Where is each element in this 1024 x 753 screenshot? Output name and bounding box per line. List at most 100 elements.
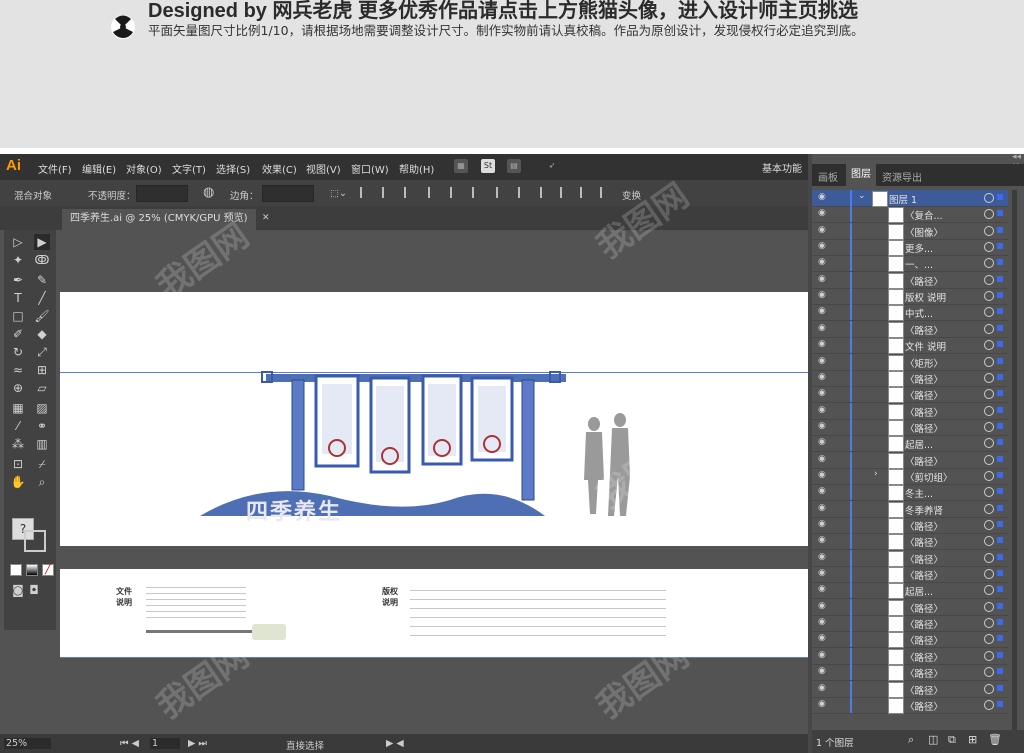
corner-input[interactable] <box>262 185 314 202</box>
delete-layer-icon[interactable]: 🗑 <box>988 733 1002 746</box>
visibility-eye-icon[interactable]: ◉ <box>818 405 828 415</box>
document-tab[interactable]: 四季养生.ai @ 25% (CMYK/GPU 预览) <box>62 209 256 230</box>
target-circle-icon[interactable] <box>984 291 994 302</box>
layer-row[interactable]: ◉ 起居... <box>812 582 1008 600</box>
layer-name[interactable]: 起居... <box>905 584 933 598</box>
artboard-number[interactable]: 1 <box>150 738 181 749</box>
layer-name[interactable]: 〈路径〉 <box>905 372 943 386</box>
target-circle-icon[interactable] <box>984 683 994 694</box>
align-bottom-icon[interactable] <box>472 187 487 198</box>
selection-square[interactable] <box>997 619 1003 626</box>
layer-name[interactable]: 〈矩形〉 <box>905 356 943 370</box>
artboard-tool-icon[interactable]: ⊡ <box>10 456 26 472</box>
visibility-eye-icon[interactable]: ◉ <box>818 241 828 251</box>
slice-tool-icon[interactable]: ⌿ <box>34 456 50 472</box>
menu-file[interactable]: 文件(F) <box>38 161 72 176</box>
layer-row[interactable]: ◉ › 〈剪切组〉 <box>812 467 1008 485</box>
target-circle-icon[interactable] <box>984 520 994 530</box>
selection-square[interactable] <box>997 700 1003 707</box>
zoom-select[interactable]: 25% <box>4 738 52 749</box>
selection-square[interactable] <box>997 292 1003 299</box>
selection-square[interactable] <box>997 504 1003 511</box>
layer-row[interactable]: ◉ 〈路径〉 <box>812 566 1008 584</box>
distribute-vcenter-icon[interactable] <box>518 187 533 198</box>
target-circle-icon[interactable] <box>984 487 994 498</box>
curvature-icon[interactable]: ✎ <box>34 272 50 288</box>
layer-row[interactable]: ◉ 〈路径〉 <box>812 533 1008 551</box>
target-circle-icon[interactable] <box>984 699 994 710</box>
visibility-eye-icon[interactable]: ◉ <box>818 683 828 693</box>
menu-edit[interactable]: 编辑(E) <box>82 161 116 176</box>
shaper-tool-icon[interactable]: ✐ <box>10 326 26 342</box>
layer-name[interactable]: 〈路径〉 <box>905 552 943 566</box>
target-circle-icon[interactable] <box>984 405 994 416</box>
layer-name[interactable]: 〈图像〉 <box>905 225 943 239</box>
visibility-eye-icon[interactable]: ◉ <box>818 437 828 447</box>
line-tool-icon[interactable]: ╱ <box>34 290 50 306</box>
distribute-right-icon[interactable] <box>600 187 615 198</box>
selection-square[interactable] <box>997 324 1003 331</box>
layer-row[interactable]: ◉ 中式... <box>812 304 1008 322</box>
visibility-eye-icon[interactable]: ◉ <box>818 699 828 709</box>
layer-row[interactable]: ◉ 〈图像〉 <box>812 222 1008 240</box>
arrange-documents-icon[interactable]: ▤ <box>507 159 521 173</box>
free-transform-icon[interactable]: ⊞ <box>34 362 50 378</box>
target-circle-icon[interactable] <box>984 552 994 563</box>
visibility-eye-icon[interactable]: ◉ <box>818 306 828 316</box>
distribute-left-icon[interactable] <box>560 187 575 198</box>
paintbrush-icon[interactable]: 🖌 <box>34 308 50 324</box>
selection-square[interactable] <box>997 471 1003 478</box>
layer-row[interactable]: ◉ 文件 说明 <box>812 337 1008 355</box>
target-circle-icon[interactable] <box>984 356 994 367</box>
menu-object[interactable]: 对象(O) <box>126 161 162 176</box>
layer-name[interactable]: 〈路径〉 <box>905 388 943 402</box>
visibility-eye-icon[interactable]: ◉ <box>818 274 828 284</box>
visibility-eye-icon[interactable]: ◉ <box>818 633 828 643</box>
target-circle-icon[interactable] <box>984 569 994 580</box>
magic-wand-icon[interactable]: ✦ <box>10 252 26 268</box>
visibility-eye-icon[interactable]: ◉ <box>818 339 828 349</box>
align-right-icon[interactable] <box>404 187 419 198</box>
menu-help[interactable]: 帮助(H) <box>399 161 434 176</box>
target-circle-icon[interactable] <box>984 421 994 432</box>
symbol-sprayer-icon[interactable]: ⁂ <box>10 436 26 452</box>
layer-row[interactable]: ◉ 一、... <box>812 255 1008 273</box>
stroke-swatch[interactable] <box>24 530 46 552</box>
visibility-eye-icon[interactable]: ◉ <box>818 192 828 202</box>
selection-square[interactable] <box>997 275 1003 282</box>
layer-name[interactable]: 〈路径〉 <box>905 617 943 631</box>
layer-name[interactable]: 〈路径〉 <box>905 633 943 647</box>
target-circle-icon[interactable] <box>984 634 994 645</box>
layer-name[interactable]: 〈路径〉 <box>905 699 943 713</box>
rectangle-tool-icon[interactable]: □ <box>10 308 26 324</box>
layer-name[interactable]: 更多... <box>905 241 933 255</box>
layer-row[interactable]: ◉ 冬主... <box>812 484 1008 502</box>
distribute-hcenter-icon[interactable] <box>580 187 595 198</box>
eraser-icon[interactable]: ◆ <box>34 326 50 342</box>
target-circle-icon[interactable] <box>984 274 994 285</box>
target-circle-icon[interactable] <box>984 454 994 465</box>
visibility-eye-icon[interactable]: ◉ <box>818 584 828 594</box>
pen-tool-icon[interactable]: ✒ <box>10 272 26 288</box>
bridge-icon[interactable]: ▦ <box>454 159 468 173</box>
selection-square[interactable] <box>997 684 1003 691</box>
color-mode-icon[interactable] <box>10 564 22 576</box>
locate-object-icon[interactable]: ⌕ <box>908 733 914 747</box>
selection-square[interactable] <box>997 210 1003 217</box>
selection-square[interactable] <box>997 406 1003 413</box>
hand-tool-icon[interactable]: ✋ <box>10 474 26 490</box>
layer-name[interactable]: 〈复合... <box>905 208 943 222</box>
visibility-eye-icon[interactable]: ◉ <box>818 503 828 513</box>
selection-square[interactable] <box>997 635 1003 642</box>
layer-name[interactable]: 〈路径〉 <box>905 454 943 468</box>
expand-chevron-icon[interactable]: ⌄ <box>858 191 866 201</box>
layer-name[interactable]: 中式... <box>905 306 933 320</box>
layer-name[interactable]: 〈路径〉 <box>905 601 943 615</box>
blend-tool-icon[interactable]: ⚭ <box>34 418 50 434</box>
layer-row[interactable]: ◉ 〈路径〉 <box>812 615 1008 633</box>
selection-square[interactable] <box>997 390 1003 397</box>
new-layer-icon[interactable]: ⊞ <box>968 733 977 746</box>
layer-row[interactable]: ◉ 〈路径〉 <box>812 402 1008 420</box>
layer-name[interactable]: 〈路径〉 <box>905 274 943 288</box>
target-circle-icon[interactable] <box>984 667 994 678</box>
